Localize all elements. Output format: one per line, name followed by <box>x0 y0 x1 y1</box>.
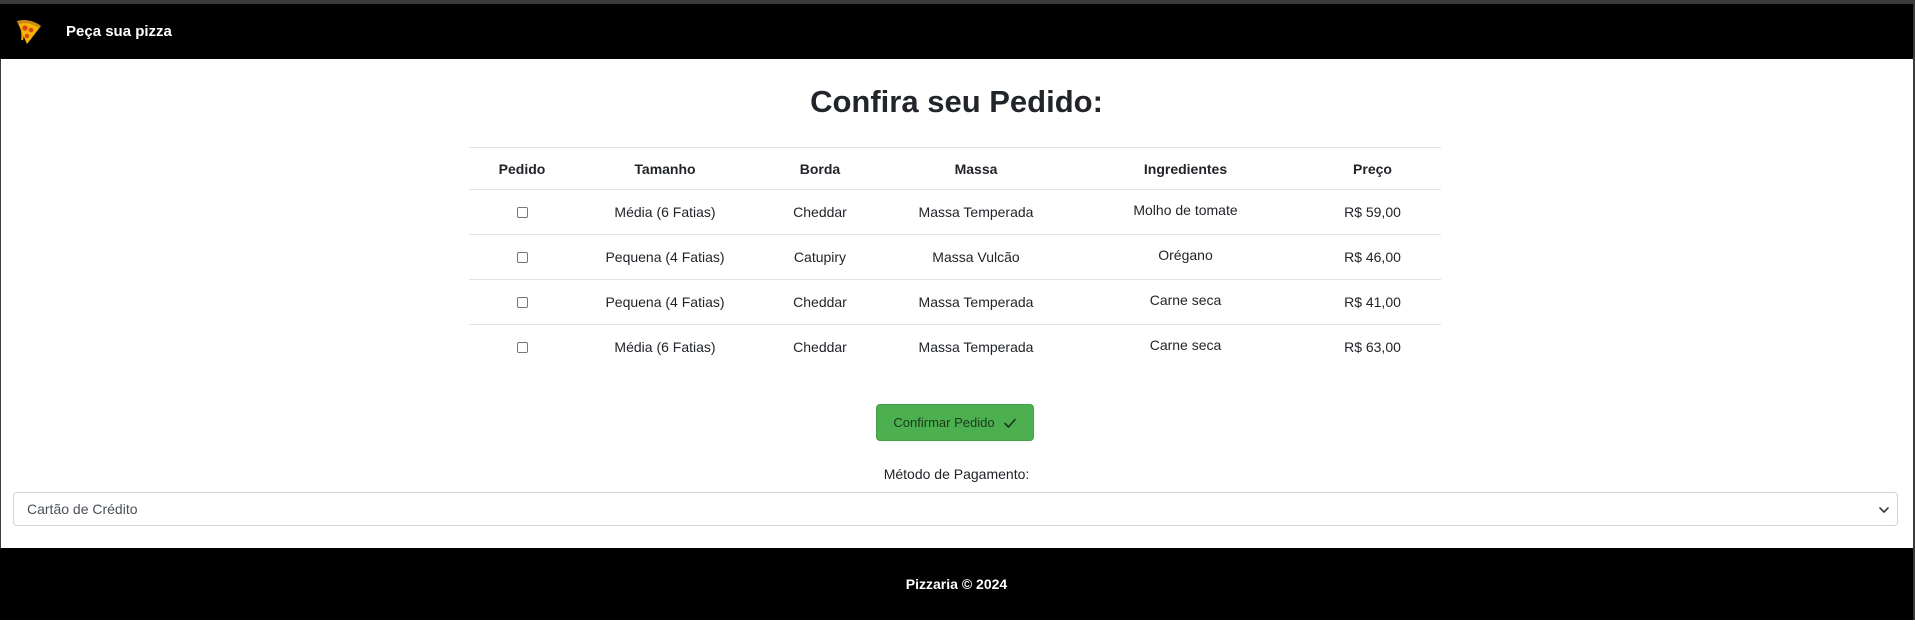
navbar: Peça sua pizza <box>0 4 1913 59</box>
column-header-borda: Borda <box>755 147 885 190</box>
order-checkbox[interactable] <box>516 206 528 218</box>
ingredientes-cell: Carne seca <box>1149 337 1222 353</box>
column-header-ingredientes: Ingredientes <box>1067 147 1304 190</box>
page-title: Confira seu Pedido: <box>810 84 1103 119</box>
pedido-cell <box>469 189 575 235</box>
column-header-preco: Preço <box>1304 147 1441 190</box>
payment-method-label: Método de Pagamento: <box>883 466 1030 482</box>
massa-cell: Massa Vulcão <box>885 234 1067 280</box>
tamanho-cell: Média (6 Fatias) <box>614 339 716 356</box>
borda-cell: Cheddar <box>755 279 885 325</box>
tamanho-cell: Pequena (4 Fatias) <box>575 234 755 280</box>
table-row: Média (6 Fatias) Cheddar Massa Temperada… <box>469 189 1441 235</box>
preco-cell: R$ 59,00 <box>1304 189 1441 235</box>
borda-cell: Cheddar <box>793 339 847 356</box>
table-row: Pequena (4 Fatias) Cheddar Massa Tempera… <box>469 279 1441 325</box>
pedido-cell <box>469 325 575 370</box>
massa-cell: Massa Temperada <box>885 189 1067 235</box>
order-checkbox[interactable] <box>516 296 528 308</box>
massa-cell: Massa Temperada <box>885 279 1067 325</box>
column-header-tamanho: Tamanho <box>575 147 755 190</box>
tamanho-cell: Pequena (4 Fatias) <box>575 279 755 325</box>
chevron-down-icon <box>1879 507 1889 513</box>
order-table: Pedido Tamanho Borda Massa Ingredientes … <box>469 147 1441 370</box>
footer: Pizzaria © 2024 <box>0 548 1913 620</box>
table-row: Média (6 Fatias) Cheddar Massa Temperada… <box>469 325 1441 370</box>
confirm-order-label: Confirmar Pedido <box>893 415 995 430</box>
table-header-row: Pedido Tamanho Borda Massa Ingredientes … <box>469 147 1441 190</box>
bottom-strip <box>0 620 1915 627</box>
pedido-cell <box>469 279 575 325</box>
borda-cell: Cheddar <box>755 189 885 235</box>
preco-cell: R$ 46,00 <box>1304 234 1441 280</box>
order-checkbox[interactable] <box>516 342 528 354</box>
payment-method-select[interactable]: Cartão de Crédito <box>13 492 1898 526</box>
massa-cell: Massa Temperada <box>918 339 1034 356</box>
pizza-slice-icon[interactable] <box>14 17 44 47</box>
preco-cell: R$ 63,00 <box>1344 339 1401 356</box>
brand-name[interactable]: Peça sua pizza <box>66 23 172 40</box>
ingredientes-cell: Carne seca <box>1067 279 1304 325</box>
check-icon <box>1003 418 1016 428</box>
borda-cell: Catupiry <box>755 234 885 280</box>
ingredientes-cell: Orégano <box>1067 234 1304 280</box>
column-header-massa: Massa <box>885 147 1067 190</box>
pedido-cell <box>469 234 575 280</box>
table-row: Pequena (4 Fatias) Catupiry Massa Vulcão… <box>469 234 1441 280</box>
preco-cell: R$ 41,00 <box>1304 279 1441 325</box>
confirm-order-button[interactable]: Confirmar Pedido <box>876 404 1034 441</box>
payment-method-value: Cartão de Crédito <box>27 501 138 517</box>
footer-text: Pizzaria © 2024 <box>905 576 1008 592</box>
tamanho-cell: Média (6 Fatias) <box>575 189 755 235</box>
order-checkbox[interactable] <box>516 251 528 263</box>
column-header-pedido: Pedido <box>469 147 575 190</box>
ingredientes-cell: Molho de tomate <box>1067 189 1304 235</box>
